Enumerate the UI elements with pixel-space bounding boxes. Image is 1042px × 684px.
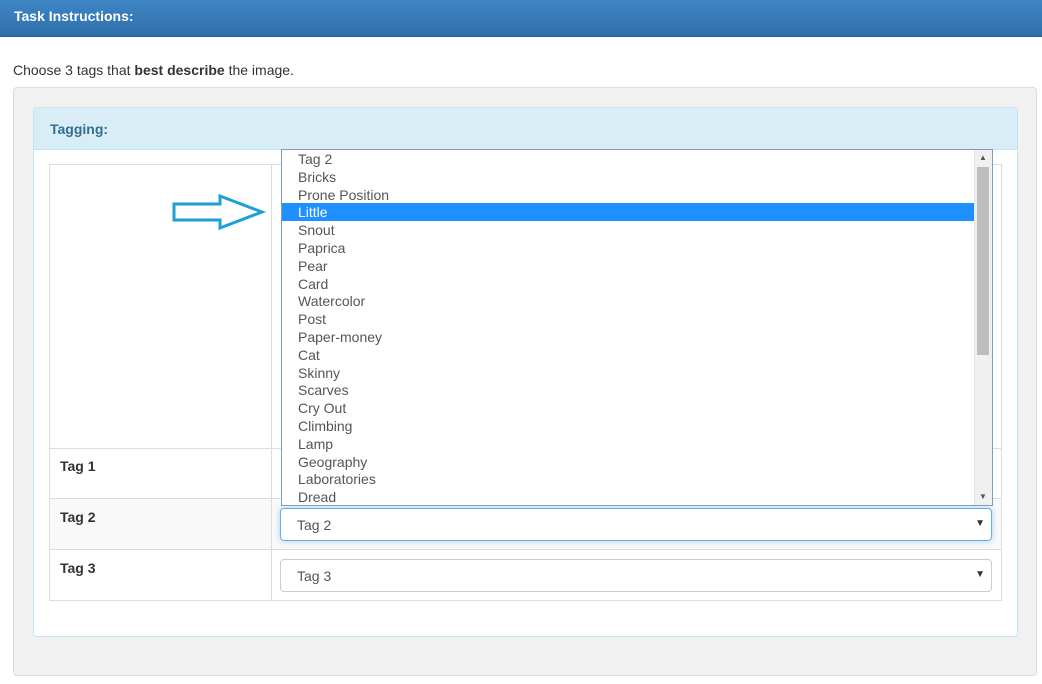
tag-2-label: Tag 2 <box>60 509 96 525</box>
tag-option[interactable]: Scarves <box>282 381 975 399</box>
scroll-up-icon[interactable]: ▲ <box>975 150 991 166</box>
tag-option[interactable]: Dread <box>282 488 975 505</box>
caret-down-icon: ▼ <box>975 518 985 529</box>
tag-3-label: Tag 3 <box>60 560 96 576</box>
tag-option[interactable]: Cry Out <box>282 399 975 417</box>
header-title: Task Instructions: <box>14 8 134 24</box>
tag-option[interactable]: Laboratories <box>282 470 975 488</box>
panel-heading: Tagging: <box>34 108 1017 150</box>
tag-options-list[interactable]: Dread Laboratories Geography Lamp Climbing Cr… <box>281 149 993 506</box>
tag-option[interactable]: Lamp <box>282 435 975 453</box>
tag-option[interactable]: Geography <box>282 453 975 471</box>
tag-row-3: Tag 3 Tag 3 ▼ <box>50 550 1001 600</box>
task-instructions-header: Task Instructions: <box>0 0 1042 37</box>
tag-1-label: Tag 1 <box>60 458 96 474</box>
tag-label-cell: Tag 2 <box>50 499 272 549</box>
tag-option[interactable]: Cat <box>282 346 975 364</box>
tag-3-select[interactable]: Tag 3 ▼ <box>280 559 992 592</box>
tag-option[interactable]: Little <box>282 203 975 222</box>
arrow-right-icon <box>172 193 267 231</box>
tag-option[interactable]: Skinny <box>282 364 975 382</box>
tag-option[interactable]: Paper-money <box>282 328 975 346</box>
tag-label-cell: Tag 3 <box>50 550 272 600</box>
tag-row-2: Tag 2 Tag 2 ▼ <box>50 499 1001 550</box>
caret-down-icon: ▼ <box>975 569 985 580</box>
tag-2-select-value: Tag 2 <box>297 517 332 533</box>
tag-3-select-value: Tag 3 <box>297 568 332 584</box>
dropdown-scrollbar[interactable]: ▲ ▼ <box>974 150 992 505</box>
tag-2-select[interactable]: Tag 2 ▼ <box>280 508 992 541</box>
tag-option[interactable]: Snout <box>282 221 975 239</box>
tag-option[interactable]: Climbing <box>282 417 975 435</box>
tag-option[interactable]: Pear <box>282 257 975 275</box>
scroll-down-icon[interactable]: ▼ <box>975 489 991 505</box>
tag-option[interactable]: Paprica <box>282 239 975 257</box>
tag-option[interactable]: Post <box>282 310 975 328</box>
scrollbar-thumb[interactable] <box>977 167 989 355</box>
tag-option[interactable]: Prone Position <box>282 186 975 204</box>
panel-title: Tagging: <box>50 121 109 137</box>
tag-option[interactable]: Card <box>282 275 975 293</box>
tag-option[interactable]: Tag 2 <box>282 150 975 168</box>
tag-option[interactable]: Watercolor <box>282 292 975 310</box>
tag-option[interactable]: Bricks <box>282 168 975 186</box>
tag-label-cell: Tag 1 <box>50 448 272 498</box>
instruction-text: Choose 3 tags that best describe the ima… <box>13 62 294 78</box>
